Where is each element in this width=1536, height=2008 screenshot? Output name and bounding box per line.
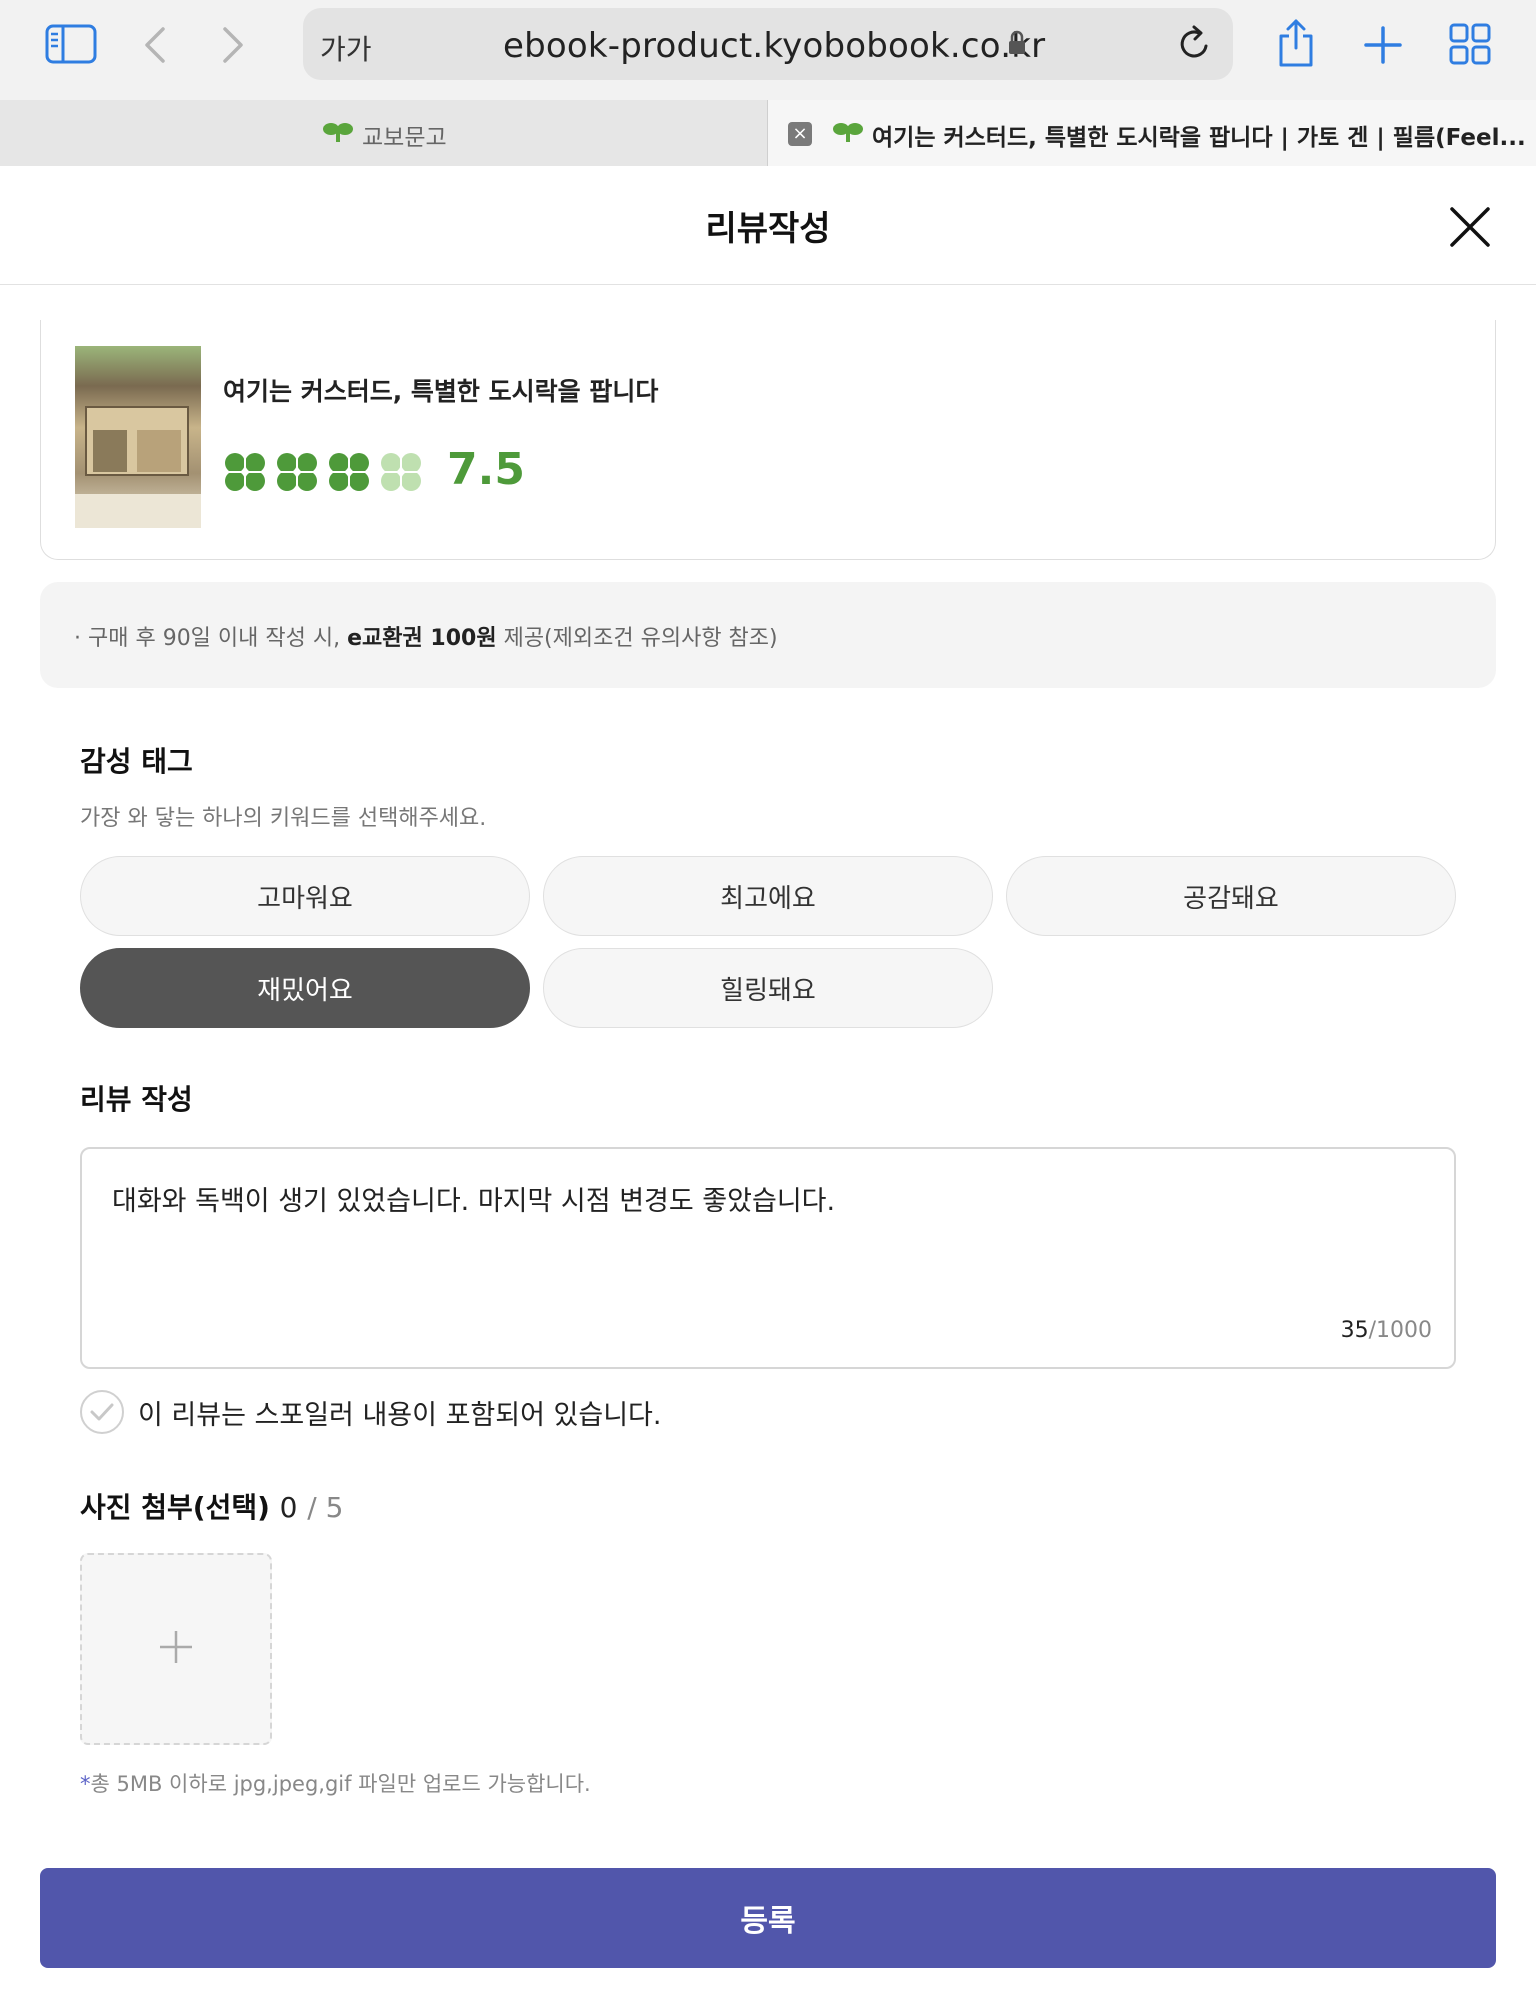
upload-note: *총 5MB 이하로 jpg,jpeg,gif 파일만 업로드 가능합니다. — [80, 1768, 591, 1798]
clover-icon[interactable] — [379, 452, 423, 496]
photo-count: 0 — [279, 1491, 298, 1524]
url-text[interactable]: ebook-product.kyobobook.co.kr — [503, 26, 1045, 66]
sidebar-icon[interactable] — [42, 22, 100, 66]
submit-button[interactable]: 등록 — [40, 1868, 1496, 1968]
address-bar[interactable]: 가가 ebook-product.kyobobook.co.kr — [303, 8, 1233, 80]
notice-text: · 구매 후 90일 이내 작성 시, e교환권 100원 제공(제외조건 유의… — [74, 620, 778, 652]
char-count: 35 — [1340, 1318, 1369, 1343]
notice-suffix: 제공(제외조건 유의사항 참조) — [503, 626, 778, 651]
photo-max: / 5 — [307, 1491, 344, 1524]
tag-option[interactable]: 최고에요 — [543, 856, 993, 936]
photo-section-title: 사진 첨부(선택) 0 / 5 — [80, 1486, 343, 1526]
forward-icon[interactable] — [218, 24, 248, 66]
photo-title-text: 사진 첨부(선택) — [80, 1491, 270, 1524]
lock-icon — [1008, 30, 1026, 60]
note-star: * — [80, 1772, 91, 1796]
tab-label: 교보문고 — [362, 125, 447, 151]
tag-option-selected[interactable]: 재밌어요 — [80, 948, 530, 1028]
book-title: 여기는 커스터드, 특별한 도시락을 팝니다 — [223, 377, 659, 406]
review-section-title: 리뷰 작성 — [80, 1083, 193, 1116]
browser-toolbar: 가가 ebook-product.kyobobook.co.kr — [0, 0, 1536, 100]
clover-icon[interactable] — [275, 452, 319, 496]
share-icon[interactable] — [1274, 16, 1318, 70]
check-icon[interactable] — [80, 1390, 124, 1434]
close-icon[interactable] — [1448, 205, 1492, 253]
kyobo-logo-icon — [322, 120, 354, 148]
tabs-overview-icon[interactable] — [1448, 22, 1492, 66]
kyobo-logo-icon — [832, 120, 864, 148]
rating-score: 7.5 — [447, 444, 525, 495]
char-counter: 35/1000 — [1341, 1318, 1432, 1343]
reward-notice: · 구매 후 90일 이내 작성 시, e교환권 100원 제공(제외조건 유의… — [40, 582, 1496, 688]
review-text: 대화와 독백이 생기 있었습니다. 마지막 시점 변경도 좋았습니다. — [112, 1186, 836, 1217]
book-card: 여기는 커스터드, 특별한 도시락을 팝니다 7.5 — [40, 320, 1496, 560]
tab-label: 여기는 커스터드, 특별한 도시락을 팝니다 | 가토 겐 | 필름(Feel.… — [872, 125, 1526, 151]
back-icon[interactable] — [140, 24, 170, 66]
tag-option[interactable]: 힐링돼요 — [543, 948, 993, 1028]
photo-upload-button[interactable] — [80, 1553, 272, 1745]
clover-icon[interactable] — [327, 452, 371, 496]
emotion-tags-subtitle: 가장 와 닿는 하나의 키워드를 선택해주세요. — [80, 806, 487, 831]
rating-clovers[interactable] — [223, 452, 423, 496]
clover-icon[interactable] — [223, 452, 267, 496]
text-size-button[interactable]: 가가 — [320, 28, 372, 68]
tab-bar: 교보문고 × 여기는 커스터드, 특별한 도시락을 팝니다 | 가토 겐 | 필… — [0, 100, 1536, 166]
tab-kyobo[interactable]: 교보문고 — [0, 100, 768, 166]
notice-highlight: e교환권 100원 — [347, 626, 497, 651]
spoiler-label: 이 리뷰는 스포일러 내용이 포함되어 있습니다. — [138, 1399, 662, 1431]
page-title: 리뷰작성 — [705, 209, 831, 249]
modal-header: 리뷰작성 — [0, 167, 1536, 285]
char-max: /1000 — [1368, 1318, 1432, 1343]
plus-icon — [156, 1627, 196, 1671]
notice-prefix: · 구매 후 90일 이내 작성 시, — [74, 626, 341, 651]
tab-close-icon[interactable]: × — [788, 122, 812, 146]
tab-review[interactable]: × 여기는 커스터드, 특별한 도시락을 팝니다 | 가토 겐 | 필름(Fee… — [768, 100, 1536, 166]
tag-option[interactable]: 고마워요 — [80, 856, 530, 936]
emotion-tags-title: 감성 태그 — [80, 745, 193, 778]
review-textarea[interactable]: 대화와 독백이 생기 있었습니다. 마지막 시점 변경도 좋았습니다. 35/1… — [80, 1147, 1456, 1369]
tag-option[interactable]: 공감돼요 — [1006, 856, 1456, 936]
book-cover-image — [75, 346, 201, 528]
reload-icon[interactable] — [1177, 24, 1213, 66]
spoiler-checkbox[interactable]: 이 리뷰는 스포일러 내용이 포함되어 있습니다. — [80, 1390, 661, 1434]
note-text: 총 5MB 이하로 jpg,jpeg,gif 파일만 업로드 가능합니다. — [90, 1772, 591, 1796]
new-tab-icon[interactable] — [1362, 24, 1404, 66]
